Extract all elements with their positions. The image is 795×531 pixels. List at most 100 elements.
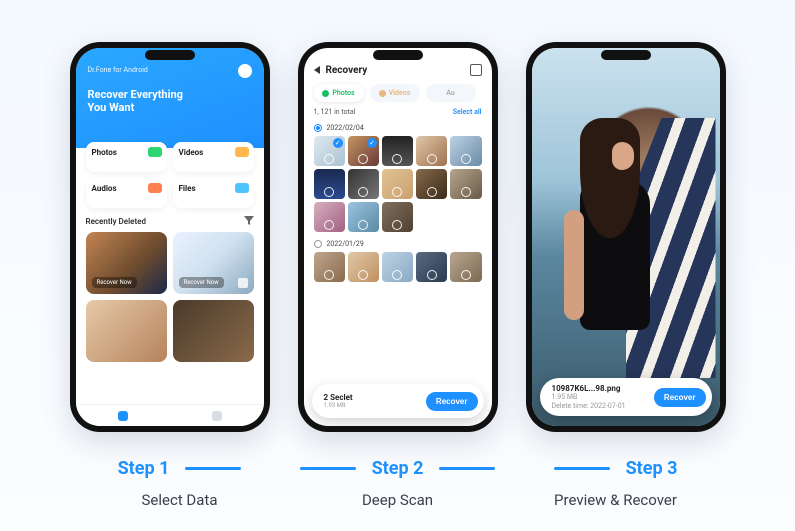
- tab-audio[interactable]: Au: [426, 84, 476, 102]
- gallery-thumb[interactable]: Recover Now: [86, 232, 167, 294]
- step-connector: [185, 467, 241, 470]
- scan-thumb[interactable]: [416, 252, 447, 282]
- header-title-line2: You Want: [88, 101, 135, 114]
- gallery-thumb[interactable]: Recover Now: [173, 232, 254, 294]
- recovery-title: Recovery: [326, 65, 464, 76]
- file-info-bar: 10987K6L...98.png 1.95 MB Delete time: 2…: [540, 378, 712, 416]
- tile-audios[interactable]: Audios: [86, 178, 167, 208]
- date-label: 2022/02/04: [327, 124, 364, 132]
- thumb-grid: [314, 136, 482, 232]
- date-row[interactable]: 2022/01/29: [314, 240, 482, 248]
- recover-button[interactable]: Recover: [654, 388, 706, 407]
- header-title-line1: Recover Everything: [88, 88, 183, 101]
- step-1: Step 1 Select Data: [71, 458, 289, 509]
- video-dot-icon: [379, 90, 386, 97]
- step1-caption: Select Data: [71, 491, 289, 509]
- scan-thumb[interactable]: [416, 169, 447, 199]
- scan-thumb[interactable]: [348, 169, 379, 199]
- step-connector: [300, 467, 356, 470]
- gallery-thumb[interactable]: [86, 300, 167, 362]
- recover-bar: 2 Seclet 1.93 MB Recover: [312, 384, 484, 418]
- tile-videos[interactable]: Videos: [173, 142, 254, 172]
- file-name: 10987K6L...98.png: [552, 384, 626, 394]
- thumb-grid: [314, 252, 482, 282]
- thumb-recover-btn[interactable]: Recover Now: [179, 277, 224, 288]
- avatar[interactable]: [238, 64, 252, 78]
- selected-count: 2 Seclet: [324, 393, 353, 402]
- photo-dot-icon: [322, 90, 329, 97]
- step-3: Step 3 Preview & Recover: [507, 458, 725, 509]
- scan-thumb[interactable]: [382, 169, 413, 199]
- results-meta: 1, 121 in total Select all: [304, 106, 492, 120]
- scan-thumb[interactable]: [416, 136, 447, 166]
- scan-thumb[interactable]: [450, 252, 481, 282]
- step-connector: [439, 467, 495, 470]
- scan-thumb[interactable]: [450, 169, 481, 199]
- phone3-screen: 10987K6L...98.png 1.95 MB Delete time: 2…: [532, 48, 720, 426]
- scan-thumb[interactable]: [382, 136, 413, 166]
- tab-videos[interactable]: Videos: [370, 84, 420, 102]
- file-info-text: 10987K6L...98.png 1.95 MB Delete time: 2…: [552, 384, 626, 410]
- phone1-screen: Dr.Fone for Android Recover Everything Y…: [76, 48, 264, 426]
- scan-thumb[interactable]: [314, 202, 345, 232]
- scan-thumb[interactable]: [382, 252, 413, 282]
- bottom-nav: [76, 404, 264, 426]
- gallery-thumb[interactable]: [173, 300, 254, 362]
- preview-photo[interactable]: [532, 48, 720, 426]
- phone2-topbar: Recovery: [304, 48, 492, 80]
- step1-label: Step 1: [118, 458, 170, 479]
- date-row[interactable]: 2022/02/04: [314, 124, 482, 132]
- recover-button[interactable]: Recover: [426, 392, 478, 411]
- step3-label: Step 3: [626, 458, 678, 479]
- tab-photos-label: Photos: [332, 89, 354, 97]
- qr-scan-icon[interactable]: [470, 64, 482, 76]
- back-icon[interactable]: [314, 66, 320, 74]
- date-group-2: 2022/01/29: [304, 236, 492, 282]
- phone-step1: Dr.Fone for Android Recover Everything Y…: [70, 42, 270, 432]
- nav-trash-icon[interactable]: [212, 411, 222, 421]
- thumb-recover-btn[interactable]: Recover Now: [92, 277, 137, 288]
- nav-home-icon[interactable]: [118, 411, 128, 421]
- phones-row: Dr.Fone for Android Recover Everything Y…: [0, 0, 795, 432]
- category-tiles: Photos Videos Audios Files: [76, 142, 264, 208]
- audio-icon: [148, 183, 162, 193]
- file-delete-time: Delete time: 2022-07-01: [552, 402, 626, 410]
- total-count: 1, 121 in total: [314, 108, 356, 116]
- select-icon[interactable]: [238, 278, 248, 288]
- scan-thumb[interactable]: [348, 136, 379, 166]
- step2-label: Step 2: [372, 458, 424, 479]
- select-all-button[interactable]: Select all: [453, 108, 482, 116]
- scan-thumb[interactable]: [348, 252, 379, 282]
- scan-thumb[interactable]: [382, 202, 413, 232]
- media-tabs: Photos Videos Au: [304, 80, 492, 106]
- app-brand: Dr.Fone for Android: [88, 66, 252, 74]
- file-size: 1.95 MB: [552, 393, 626, 401]
- step-connector: [554, 467, 610, 470]
- recently-deleted-title: Recently Deleted: [86, 217, 146, 226]
- filter-icon[interactable]: [244, 216, 254, 226]
- header-title: Recover Everything You Want: [88, 88, 252, 114]
- scan-thumb[interactable]: [314, 136, 345, 166]
- step-2: Step 2 Deep Scan: [289, 458, 507, 509]
- photo-person: [560, 118, 668, 358]
- radio-checked-icon[interactable]: [314, 124, 322, 132]
- tile-photos[interactable]: Photos: [86, 142, 167, 172]
- tab-photos[interactable]: Photos: [314, 84, 364, 102]
- radio-unchecked-icon[interactable]: [314, 240, 322, 248]
- phone2-screen: Recovery Photos Videos Au 1, 121 in tota…: [304, 48, 492, 426]
- video-icon: [235, 147, 249, 157]
- scan-thumb[interactable]: [314, 252, 345, 282]
- scan-thumb[interactable]: [348, 202, 379, 232]
- selected-size: 1.93 MB: [324, 402, 353, 409]
- tab-audio-label: Au: [446, 89, 455, 97]
- steps-row: Step 1 Select Data Step 2 Deep Scan Step…: [0, 458, 795, 509]
- step2-caption: Deep Scan: [289, 491, 507, 509]
- recently-deleted-header: Recently Deleted: [76, 208, 264, 226]
- scan-thumb[interactable]: [314, 169, 345, 199]
- photo-icon: [148, 147, 162, 157]
- tile-files[interactable]: Files: [173, 178, 254, 208]
- phone-step3: 10987K6L...98.png 1.95 MB Delete time: 2…: [526, 42, 726, 432]
- tab-videos-label: Videos: [389, 89, 411, 97]
- scan-thumb[interactable]: [450, 136, 481, 166]
- recover-bar-text: 2 Seclet 1.93 MB: [324, 393, 353, 409]
